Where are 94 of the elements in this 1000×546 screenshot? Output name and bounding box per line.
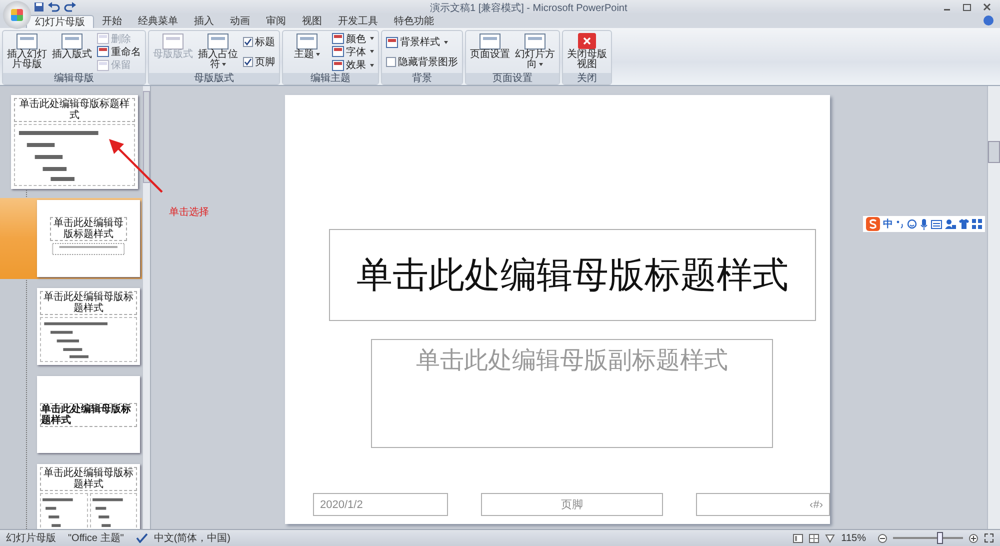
- grid-icon[interactable]: [972, 219, 982, 229]
- slide-show-icon[interactable]: [825, 534, 836, 542]
- slide-icon: [524, 32, 546, 50]
- slide-thumbnail[interactable]: 单击此处编辑母版标题样式: [37, 464, 140, 529]
- user-icon[interactable]: [945, 219, 956, 229]
- ribbon-tab[interactable]: 审阅: [258, 15, 294, 28]
- group-label: 母版版式: [149, 73, 279, 84]
- slide-icon: [97, 46, 109, 58]
- vertical-scrollbar[interactable]: [987, 86, 1000, 529]
- thumbnail-title: 单击此处编辑母版标题样式: [14, 98, 135, 122]
- checkbox-icon: [386, 57, 396, 67]
- slide-icon: [332, 60, 344, 71]
- ribbon-tab[interactable]: 插入: [186, 15, 222, 28]
- thumbnail-title: 单击此处编辑母版标题样式: [40, 467, 137, 491]
- checkbox-icon: [243, 37, 253, 47]
- ribbon-tab[interactable]: 开始: [94, 15, 130, 28]
- ribbon-tab[interactable]: 视图: [294, 15, 330, 28]
- ribbon-button[interactable]: 颜色: [332, 32, 374, 45]
- ribbon-button[interactable]: 主题: [285, 32, 329, 72]
- slider-thumb[interactable]: [936, 532, 942, 544]
- ribbon-button[interactable]: 关闭母版视图: [565, 32, 609, 72]
- group-label: 编辑母版: [3, 73, 145, 84]
- ribbon-tab[interactable]: 幻灯片母版: [26, 15, 94, 28]
- status-text: 幻灯片母版: [6, 532, 57, 545]
- group-label: 页面设置: [466, 73, 559, 84]
- slide-icon: [479, 32, 501, 50]
- ribbon-tab[interactable]: 开发工具: [330, 15, 386, 28]
- slide-icon: [16, 32, 38, 50]
- ribbon-button[interactable]: 效果: [332, 59, 374, 72]
- shirt-icon[interactable]: [959, 219, 969, 229]
- ribbon-button[interactable]: 页面设置: [468, 32, 512, 72]
- slide-icon: [61, 32, 83, 50]
- selected-thumbnail-row[interactable]: 单击此处编辑母版标题样式: [0, 198, 142, 279]
- ribbon-button[interactable]: 插入版式: [50, 32, 94, 72]
- fit-to-window-icon[interactable]: [984, 533, 994, 543]
- window-title: 演示文稿1 [兼容模式] - Microsoft PowerPoint: [430, 2, 628, 15]
- slide-thumbnail[interactable]: 单击此处编辑母版标题样式: [37, 200, 140, 277]
- slide-number-placeholder[interactable]: ‹#›: [696, 493, 830, 516]
- thumbnail-title: 单击此处编辑母版标题样式: [40, 403, 137, 427]
- input-mode-toggle[interactable]: 中: [883, 217, 893, 231]
- redo-icon[interactable]: [64, 2, 76, 12]
- slide-icon: [97, 33, 109, 44]
- date-placeholder[interactable]: 2020/1/2: [313, 493, 448, 516]
- slide-thumbnail[interactable]: 单击此处编辑母版标题样式: [11, 95, 138, 189]
- microphone-icon[interactable]: [920, 218, 928, 230]
- slide-icon: [332, 33, 344, 44]
- zoom-level[interactable]: 115%: [841, 532, 872, 544]
- zoom-in-icon[interactable]: [969, 534, 978, 542]
- maximize-icon[interactable]: [962, 3, 972, 11]
- slide-thumbnail[interactable]: 单击此处编辑母版标题样式: [37, 288, 140, 365]
- help-icon[interactable]: [983, 15, 994, 26]
- thumbnail-title: 单击此处编辑母版标题样式: [40, 291, 137, 315]
- ribbon-button[interactable]: 字体: [332, 46, 374, 58]
- slide-icon: [386, 36, 398, 48]
- slide-sorter-icon[interactable]: [809, 534, 820, 542]
- smiley-icon[interactable]: [907, 219, 917, 229]
- vertical-scrollbar[interactable]: [143, 86, 150, 529]
- checkbox-icon: [243, 57, 253, 67]
- group-label: 编辑主题: [283, 73, 378, 84]
- ribbon-button[interactable]: 背景样式: [386, 36, 458, 48]
- group-label: 关闭: [563, 73, 611, 84]
- undo-icon[interactable]: [48, 2, 60, 12]
- ribbon-button[interactable]: 插入幻灯片母版: [5, 32, 49, 72]
- normal-view-icon[interactable]: [793, 534, 804, 542]
- thumbnail-title: 单击此处编辑母版标题样式: [50, 217, 128, 241]
- ribbon-button[interactable]: 幻灯片方向: [513, 32, 557, 72]
- title-placeholder[interactable]: 单击此处编辑母版标题样式: [329, 229, 816, 321]
- office-button[interactable]: [3, 1, 31, 29]
- zoom-out-icon[interactable]: [878, 534, 887, 542]
- ribbon-button[interactable]: 插入占位符: [196, 32, 240, 72]
- slide-icon: [296, 32, 318, 50]
- language-status[interactable]: 中文(简体，中国): [154, 531, 236, 545]
- ime-logo-icon[interactable]: [866, 217, 880, 231]
- close-icon[interactable]: [982, 3, 992, 11]
- checkbox[interactable]: 隐藏背景图形: [386, 56, 458, 68]
- slide-thumbnail[interactable]: 单击此处编辑母版标题样式: [37, 376, 140, 453]
- close-icon: [577, 32, 597, 50]
- spell-check-icon[interactable]: [136, 533, 148, 543]
- ribbon-button[interactable]: 重命名: [97, 46, 141, 58]
- status-text: "Office 主题": [68, 532, 125, 545]
- slide-icon: [97, 60, 109, 71]
- save-icon[interactable]: [34, 2, 44, 12]
- punctuation-icon[interactable]: [896, 219, 904, 229]
- keyboard-icon[interactable]: [931, 220, 942, 228]
- ribbon-tab[interactable]: 动画: [222, 15, 258, 28]
- group-label: 背景: [382, 73, 462, 84]
- checkbox[interactable]: 页脚: [243, 56, 275, 68]
- ribbon-tab[interactable]: 特色功能: [386, 15, 442, 28]
- slide-icon: [207, 32, 229, 50]
- checkbox[interactable]: 标题: [243, 36, 275, 48]
- ribbon-tab[interactable]: 经典菜单: [130, 15, 186, 28]
- footer-placeholder[interactable]: 页脚: [481, 493, 663, 516]
- slide-icon: [332, 46, 344, 58]
- annotation-text: 单击选择: [169, 206, 209, 219]
